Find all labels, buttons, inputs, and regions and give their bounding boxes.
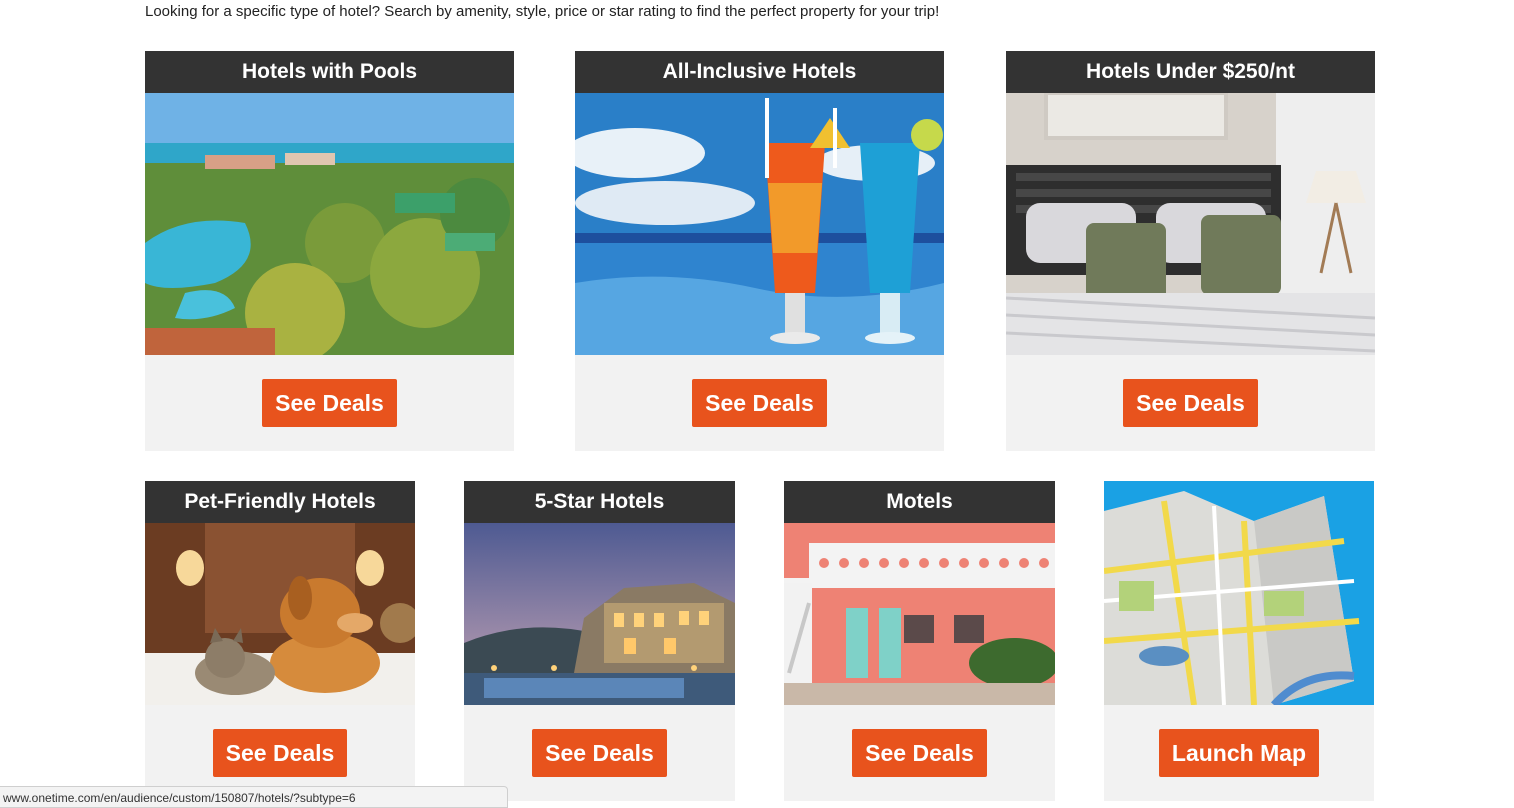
card-map: Launch Map: [1104, 481, 1374, 801]
button-area: See Deals: [464, 705, 735, 777]
card-title[interactable]: Pet-Friendly Hotels: [145, 481, 415, 523]
see-deals-button[interactable]: See Deals: [532, 729, 667, 777]
button-area: See Deals: [145, 705, 415, 777]
card-title[interactable]: 5-Star Hotels: [464, 481, 735, 523]
card-title[interactable]: Hotels with Pools: [145, 51, 514, 93]
resort-pool-image[interactable]: [145, 93, 514, 355]
button-area: See Deals: [575, 355, 944, 427]
see-deals-button[interactable]: See Deals: [692, 379, 827, 427]
card-title[interactable]: All-Inclusive Hotels: [575, 51, 944, 93]
see-deals-button[interactable]: See Deals: [852, 729, 987, 777]
button-area: See Deals: [145, 355, 514, 427]
card-hotels-with-pools: Hotels with Pools See Deals: [145, 51, 514, 451]
button-area: See Deals: [784, 705, 1055, 777]
hotel-bed-image[interactable]: [1006, 93, 1375, 355]
status-bar-url: www.onetime.com/en/audience/custom/15080…: [0, 786, 508, 808]
button-area: See Deals: [1006, 355, 1375, 427]
map-image[interactable]: [1104, 481, 1374, 705]
launch-map-button[interactable]: Launch Map: [1158, 729, 1320, 777]
motel-building-image[interactable]: [784, 523, 1055, 705]
card-pet-friendly-hotels: Pet-Friendly Hotels See Deals: [145, 481, 415, 808]
tropical-drinks-image[interactable]: [575, 93, 944, 355]
card-5-star-hotels: 5-Star Hotels See Deals: [464, 481, 735, 801]
button-area: Launch Map: [1104, 705, 1374, 777]
see-deals-button[interactable]: See Deals: [1123, 379, 1258, 427]
see-deals-button[interactable]: See Deals: [262, 379, 397, 427]
card-hotels-under-250: Hotels Under $250/nt See Deals: [1006, 51, 1375, 451]
dog-and-cat-image[interactable]: [145, 523, 415, 705]
card-title[interactable]: Motels: [784, 481, 1055, 523]
card-motels: Motels See Deals: [784, 481, 1055, 801]
luxury-villa-image[interactable]: [464, 523, 735, 705]
card-all-inclusive-hotels: All-Inclusive Hotels See Deals: [575, 51, 944, 451]
intro-text: Looking for a specific type of hotel? Se…: [145, 3, 940, 20]
see-deals-button[interactable]: See Deals: [212, 729, 348, 777]
card-title[interactable]: Hotels Under $250/nt: [1006, 51, 1375, 93]
